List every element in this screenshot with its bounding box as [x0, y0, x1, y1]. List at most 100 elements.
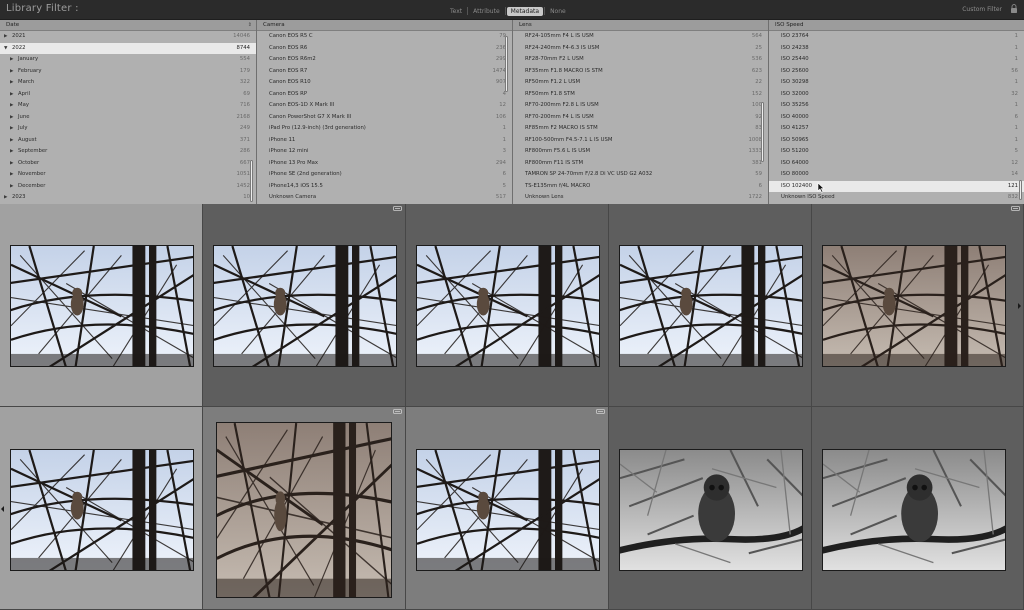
column-header[interactable]: ISO Speed — [769, 20, 1024, 31]
disclosure-closed-icon[interactable]: ▶ — [10, 123, 13, 135]
iso-row[interactable]: ISO 50965 1 — [769, 135, 1024, 147]
edit-badge-icon[interactable] — [1011, 206, 1020, 211]
column-header[interactable]: Camera — [257, 20, 512, 31]
lens-row[interactable]: RF50mm F1.8 STM 152 — [513, 89, 768, 101]
disclosure-open-icon[interactable]: ▼ — [4, 43, 7, 55]
camera-row[interactable]: Canon EOS RP 4 — [257, 89, 512, 101]
scrollbar[interactable] — [249, 32, 254, 202]
tab-none[interactable]: None — [546, 7, 570, 16]
date-row[interactable]: ▶ 2021 14046 — [0, 31, 256, 43]
disclosure-closed-icon[interactable]: ▶ — [10, 66, 13, 78]
camera-row[interactable]: iPhone 13 Pro Max 294 — [257, 158, 512, 170]
date-row[interactable]: ▶ January 554 — [0, 54, 256, 66]
date-row[interactable]: ▶ April 69 — [0, 89, 256, 101]
iso-row[interactable]: ISO 40000 6 — [769, 112, 1024, 124]
camera-row[interactable]: Canon EOS R7 1474 — [257, 66, 512, 78]
disclosure-closed-icon[interactable]: ▶ — [10, 89, 13, 101]
lens-row[interactable]: RF28-70mm F2 L USM 536 — [513, 54, 768, 66]
date-row[interactable]: ▶ March 322 — [0, 77, 256, 89]
camera-row[interactable]: iPhone 12 mini 3 — [257, 146, 512, 158]
lens-row[interactable]: RF100-500mm F4.5-7.1 L IS USM 1008 — [513, 135, 768, 147]
grid-cell[interactable] — [0, 407, 203, 610]
iso-row[interactable]: ISO 30298 1 — [769, 77, 1024, 89]
camera-row[interactable]: iPhone 11 1 — [257, 135, 512, 147]
disclosure-closed-icon[interactable]: ▶ — [4, 192, 7, 204]
photo-thumbnail[interactable] — [10, 449, 194, 571]
lens-row[interactable]: RF800mm F11 IS STM 381 — [513, 158, 768, 170]
camera-row[interactable]: Canon EOS R10 907 — [257, 77, 512, 89]
panel-expand-left-icon[interactable] — [1, 506, 5, 512]
disclosure-closed-icon[interactable]: ▶ — [10, 54, 13, 66]
scroll-thumb[interactable] — [505, 36, 508, 92]
iso-row[interactable]: ISO 25440 1 — [769, 54, 1024, 66]
lens-row[interactable]: RF35mm F1.8 MACRO IS STM 623 — [513, 66, 768, 78]
date-row[interactable]: ▶ November 1051 — [0, 169, 256, 181]
grid-cell[interactable] — [0, 204, 203, 407]
lens-row[interactable]: RF70-200mm F4 L IS USM 92 — [513, 112, 768, 124]
grid-cell[interactable] — [812, 407, 1024, 610]
photo-thumbnail[interactable] — [10, 245, 194, 367]
date-row[interactable]: ▶ September 286 — [0, 146, 256, 158]
grid-cell[interactable] — [406, 204, 609, 407]
disclosure-closed-icon[interactable]: ▶ — [10, 135, 13, 147]
camera-row[interactable]: Canon EOS-1D X Mark III 12 — [257, 100, 512, 112]
grid-cell[interactable] — [609, 407, 812, 610]
iso-row[interactable]: ISO 51200 5 — [769, 146, 1024, 158]
lens-row[interactable]: Unknown Lens 1722 — [513, 192, 768, 204]
disclosure-closed-icon[interactable]: ▶ — [10, 100, 13, 112]
date-row[interactable]: ▶ October 667 — [0, 158, 256, 170]
scrollbar[interactable] — [760, 32, 765, 202]
column-header[interactable]: Lens — [513, 20, 768, 31]
scrollbar[interactable] — [504, 32, 509, 202]
edit-badge-icon[interactable] — [596, 409, 605, 414]
scroll-thumb[interactable] — [250, 160, 253, 202]
photo-thumbnail[interactable] — [213, 245, 397, 367]
camera-row[interactable]: Canon EOS R5 C 79 — [257, 31, 512, 43]
camera-row[interactable]: iPhone14,3 iOS 15.5 5 — [257, 181, 512, 193]
date-row[interactable]: ▶ August 371 — [0, 135, 256, 147]
camera-row[interactable]: Canon EOS R6 236 — [257, 43, 512, 55]
photo-thumbnail[interactable] — [822, 245, 1006, 367]
lens-row[interactable]: RF24-105mm F4 L IS USM 564 — [513, 31, 768, 43]
iso-row[interactable]: Unknown ISO Speed 832 — [769, 192, 1024, 204]
filter-preset-dropdown[interactable]: Custom Filter — [962, 6, 1002, 13]
scroll-thumb[interactable] — [1019, 180, 1022, 200]
date-row[interactable]: ▼ 2022 8744 — [0, 42, 256, 55]
panel-expand-right-icon[interactable] — [1017, 302, 1022, 310]
camera-row[interactable]: Canon EOS R6m2 299 — [257, 54, 512, 66]
lens-row[interactable]: RF50mm F1.2 L USM 22 — [513, 77, 768, 89]
sort-icon[interactable]: ⇕ — [248, 22, 252, 28]
grid-cell[interactable] — [203, 407, 406, 610]
lens-row[interactable]: TS-E135mm f/4L MACRO 6 — [513, 181, 768, 193]
photo-thumbnail[interactable] — [822, 449, 1006, 571]
iso-row[interactable]: ISO 80000 14 — [769, 169, 1024, 181]
photo-thumbnail[interactable] — [619, 245, 803, 367]
lens-row[interactable]: RF70-200mm F2.8 L IS USM 100 — [513, 100, 768, 112]
lens-row[interactable]: RF85mm F2 MACRO IS STM 83 — [513, 123, 768, 135]
scrollbar[interactable] — [1018, 32, 1023, 202]
disclosure-closed-icon[interactable]: ▶ — [4, 31, 7, 43]
iso-row[interactable]: ISO 32000 32 — [769, 89, 1024, 101]
camera-row[interactable]: iPad Pro (12.9-inch) (3rd generation) 1 — [257, 123, 512, 135]
lens-row[interactable]: RF24-240mm F4-6.3 IS USM 25 — [513, 43, 768, 55]
date-row[interactable]: ▶ December 1452 — [0, 181, 256, 193]
date-row[interactable]: ▶ February 179 — [0, 66, 256, 78]
photo-thumbnail[interactable] — [416, 245, 600, 367]
date-row[interactable]: ▶ 2023 10 — [0, 192, 256, 204]
tab-attribute[interactable]: Attribute — [469, 7, 504, 16]
tab-metadata[interactable]: Metadata — [506, 6, 544, 16]
iso-row[interactable]: ISO 23764 1 — [769, 31, 1024, 43]
edit-badge-icon[interactable] — [393, 206, 402, 211]
date-row[interactable]: ▶ June 2168 — [0, 112, 256, 124]
photo-thumbnail[interactable] — [619, 449, 803, 571]
disclosure-closed-icon[interactable]: ▶ — [10, 146, 13, 158]
edit-badge-icon[interactable] — [393, 409, 402, 414]
disclosure-closed-icon[interactable]: ▶ — [10, 169, 13, 181]
photo-thumbnail[interactable] — [416, 449, 600, 571]
column-header[interactable]: Date ⇕ — [0, 20, 256, 31]
lens-row[interactable]: TAMRON SP 24-70mm F/2.8 Di VC USD G2 A03… — [513, 169, 768, 181]
date-row[interactable]: ▶ May 716 — [0, 100, 256, 112]
disclosure-closed-icon[interactable]: ▶ — [10, 158, 13, 170]
lock-icon[interactable] — [1010, 4, 1018, 14]
iso-row[interactable]: ISO 24238 1 — [769, 43, 1024, 55]
